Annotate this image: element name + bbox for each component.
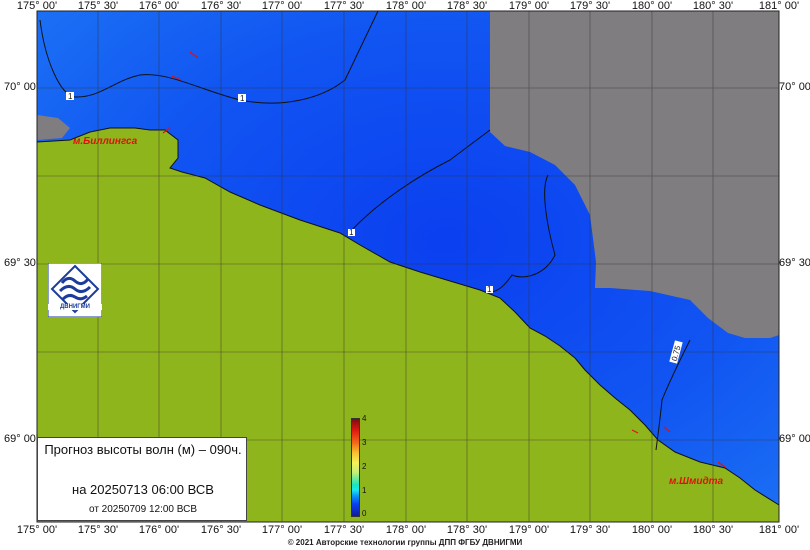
lon-label-bottom: 179° 30'	[569, 524, 611, 536]
lon-label-top: 179° 00'	[508, 0, 550, 12]
lon-label-top: 175° 00'	[16, 0, 58, 12]
lat-label-right: 69° 00'	[779, 433, 810, 445]
lon-label-bottom: 176° 00'	[138, 524, 180, 536]
colorbar-tick: 4	[362, 414, 367, 423]
copyright-footer: © 2021 Авторские технологии группы ДПП Ф…	[287, 538, 523, 547]
lon-label-bottom: 180° 00'	[631, 524, 673, 536]
colorbar-tick: 0	[362, 509, 367, 518]
forecast-info-box: Прогноз высоты волн (м) – 090ч. на 20250…	[37, 437, 247, 521]
logo-text: ДВНИГМИ	[48, 304, 102, 310]
place-label-billings: м.Биллингса	[73, 136, 138, 147]
contour-label: 1	[68, 92, 73, 101]
lon-label-top: 176° 30'	[200, 0, 242, 12]
lon-label-bottom: 177° 30'	[323, 524, 365, 536]
lon-label-top: 181° 00'	[758, 0, 800, 12]
lon-label-bottom: 177° 00'	[261, 524, 303, 536]
lon-label-top: 178° 30'	[446, 0, 488, 12]
forecast-title: Прогноз высоты волн (м) – 090ч.	[44, 442, 242, 457]
lon-label-bottom: 178° 00'	[385, 524, 427, 536]
wave-height-colorbar	[351, 418, 360, 517]
colorbar-tick: 1	[362, 486, 367, 495]
lon-label-bottom: 179° 00'	[508, 524, 550, 536]
contour-label: 1	[240, 94, 245, 103]
lon-label-bottom: 178° 30'	[446, 524, 488, 536]
colorbar-tick: 2	[362, 462, 367, 471]
lon-label-top: 180° 00'	[631, 0, 673, 12]
dvnigmi-logo: ДВНИГМИ	[47, 262, 103, 318]
lon-label-top: 175° 30'	[77, 0, 119, 12]
lat-label-right: 70° 00'	[779, 81, 810, 93]
lon-label-bottom: 175° 00'	[16, 524, 58, 536]
lon-label-top: 179° 30'	[569, 0, 611, 12]
lat-label-right: 69° 30'	[779, 257, 810, 269]
contour-label: 1	[349, 228, 354, 237]
lon-label-top: 176° 00'	[138, 0, 180, 12]
contour-label: 1	[487, 285, 492, 294]
lon-label-top: 180° 30'	[692, 0, 734, 12]
lon-label-top: 178° 00'	[385, 0, 427, 12]
lat-label-left: 69° 30'	[4, 257, 39, 269]
forecast-issued: от 20250709 12:00 ВСВ	[88, 504, 197, 515]
lon-label-top: 177° 00'	[261, 0, 303, 12]
lon-label-bottom: 175° 30'	[77, 524, 119, 536]
place-label-schmidt: м.Шмидта	[669, 476, 724, 487]
lat-label-left: 70° 00'	[4, 81, 39, 93]
lon-label-top: 177° 30'	[323, 0, 365, 12]
lat-label-left: 69° 00'	[4, 433, 39, 445]
lon-label-bottom: 181° 00'	[758, 524, 800, 536]
lon-label-bottom: 180° 30'	[692, 524, 734, 536]
colorbar-tick: 3	[362, 438, 367, 447]
lon-label-bottom: 176° 30'	[200, 524, 242, 536]
forecast-date: на 20250713 06:00 ВСВ	[72, 482, 214, 497]
